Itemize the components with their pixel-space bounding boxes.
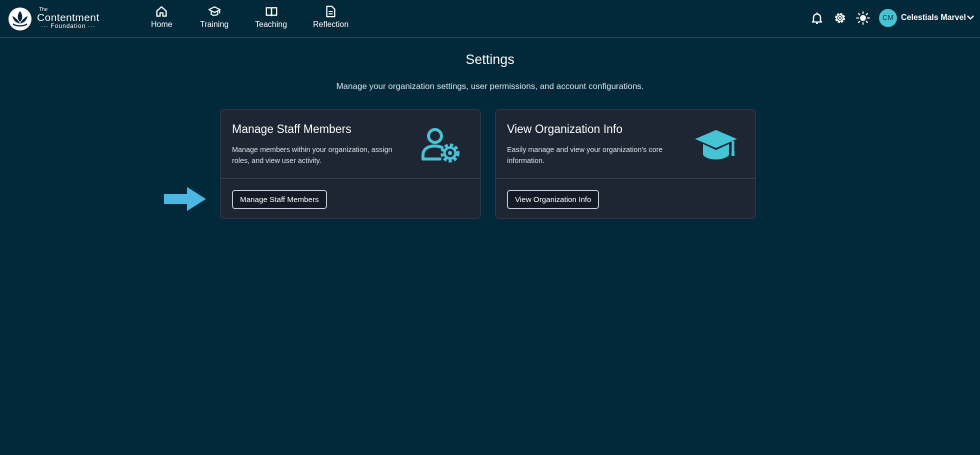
theme-toggle-button[interactable] <box>856 11 870 27</box>
card-description: Manage members within your organization,… <box>232 145 393 165</box>
brand-name: Contentment <box>37 11 100 24</box>
nav-home[interactable]: Home <box>151 5 172 29</box>
nav-reflection[interactable]: Reflection <box>313 5 349 29</box>
page-description: Manage your organization settings, user … <box>336 81 644 91</box>
home-icon <box>156 6 167 17</box>
card-divider <box>496 178 755 179</box>
document-icon <box>326 5 336 18</box>
settings-button[interactable] <box>833 11 847 27</box>
user-avatar[interactable]: CM <box>879 9 897 27</box>
lotus-logo-icon <box>8 7 32 31</box>
user-name[interactable]: Celestials Marvel <box>901 13 966 22</box>
gear-icon <box>834 12 846 24</box>
brand-logo[interactable]: The Contentment ··· Foundation ··· <box>8 6 99 32</box>
top-navigation-bar: The Contentment ··· Foundation ··· Home … <box>0 0 980 38</box>
nav-reflection-label: Reflection <box>313 20 349 29</box>
sun-icon <box>856 11 870 25</box>
card-title: View Organization Info <box>507 124 623 136</box>
notifications-button[interactable] <box>810 11 824 27</box>
page-title: Settings <box>465 52 515 67</box>
graduation-cap-icon <box>208 6 221 16</box>
book-icon <box>265 7 277 17</box>
nav-training[interactable]: Training <box>200 5 229 29</box>
pointer-arrow-icon <box>164 187 206 211</box>
nav-teaching-label: Teaching <box>255 20 288 29</box>
user-settings-icon <box>421 128 460 163</box>
bell-icon <box>811 12 823 24</box>
brand-subtitle: ··· Foundation ··· <box>40 24 96 31</box>
chevron-down-icon[interactable] <box>966 13 975 22</box>
card-description: Easily manage and view your organization… <box>507 145 663 165</box>
card-title: Manage Staff Members <box>232 124 352 136</box>
nav-teaching[interactable]: Teaching <box>255 5 287 29</box>
manage-staff-card: Manage Staff Members Manage members with… <box>220 109 481 219</box>
card-divider <box>221 178 480 179</box>
view-organization-card: View Organization Info Easily manage and… <box>495 109 756 219</box>
graduation-cap-icon <box>695 130 737 160</box>
view-organization-info-button[interactable]: View Organization Info <box>507 190 600 209</box>
manage-staff-members-button[interactable]: Manage Staff Members <box>232 190 327 209</box>
nav-home-label: Home <box>151 20 173 29</box>
nav-training-label: Training <box>200 20 229 29</box>
